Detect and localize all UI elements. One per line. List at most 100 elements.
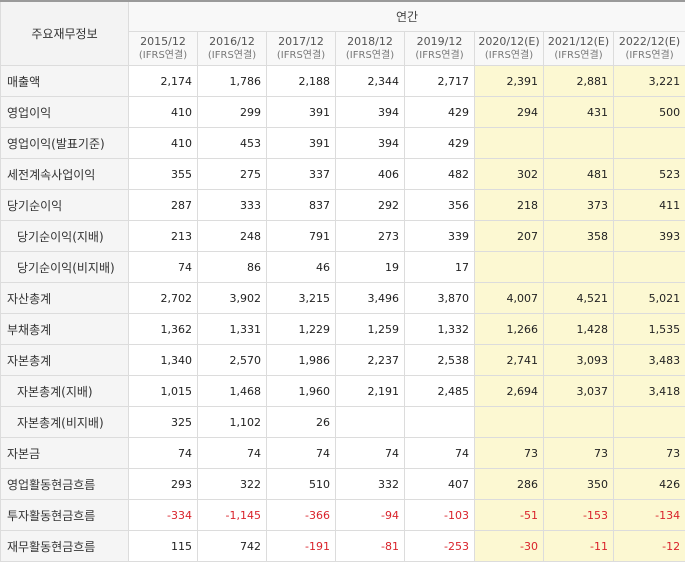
period-header: 2018/12 (IFRS연결) [335,31,405,66]
value-cell: 429 [404,127,475,159]
row-capital-stock: 자본금 74 74 74 74 74 73 73 73 [0,437,685,469]
value-cell: 2,881 [543,65,614,97]
row-revenue: 매출액 2,174 1,786 2,188 2,344 2,717 2,391 2,881 3,… [0,65,685,97]
value-cell: 429 [404,96,475,128]
value-cell [612,406,685,438]
value-cell: 325 [128,406,198,438]
period-year: 2020/12(E) [478,34,540,48]
value-cell: 86 [197,251,267,283]
row-label: 재무활동현금흐름 [0,530,129,562]
value-cell: 1,340 [128,344,198,376]
period-basis: (IFRS연결) [207,49,257,61]
value-cell: 5,021 [612,282,685,314]
value-cell: -30 [474,530,544,562]
value-cell: 1,259 [335,313,405,345]
value-cell: 74 [335,437,405,469]
value-cell: 3,418 [612,375,685,407]
period-header: 2016/12 (IFRS연결) [197,31,267,66]
value-cell: 2,344 [335,65,405,97]
row-label: 세전계속사업이익 [0,158,129,190]
value-cell: 1,428 [543,313,614,345]
value-cell [474,406,544,438]
row-label: 자산총계 [0,282,129,314]
period-year: 2018/12 [347,34,393,48]
value-cell: 73 [612,437,685,469]
value-cell: 2,237 [335,344,405,376]
value-cell [404,406,475,438]
value-cell: 294 [474,96,544,128]
row-operating-income-reported: 영업이익(발표기준) 410 453 391 394 429 [0,127,685,159]
value-cell: 411 [612,189,685,221]
row-label: 투자활동현금흐름 [0,499,129,531]
value-cell [543,251,614,283]
period-header: 2020/12(E) (IFRS연결) [474,31,544,66]
value-cell: 3,483 [612,344,685,376]
value-cell: 453 [197,127,267,159]
value-cell: 337 [266,158,336,190]
value-cell: 391 [266,127,336,159]
value-cell [474,127,544,159]
value-cell: 292 [335,189,405,221]
row-label: 당기순이익(지배) [0,220,129,252]
value-cell: 1,266 [474,313,544,345]
value-cell: 3,902 [197,282,267,314]
row-label: 영업이익(발표기준) [0,127,129,159]
row-investing-cash-flow: 투자활동현금흐름 -334 -1,145 -366 -94 -103 -51 -153 -134 [0,499,685,531]
value-cell: 73 [543,437,614,469]
value-cell: 1,535 [612,313,685,345]
annual-group-header: 연간 [127,0,685,32]
value-cell: 293 [128,468,198,500]
value-cell: 410 [128,96,198,128]
value-cell: 3,037 [543,375,614,407]
value-cell: 1,332 [404,313,475,345]
table-corner-label: 주요재무정보 [0,0,129,66]
value-cell: -1,145 [197,499,267,531]
value-cell: -103 [404,499,475,531]
value-cell: 510 [266,468,336,500]
value-cell: 1,986 [266,344,336,376]
value-cell: 2,694 [474,375,544,407]
value-cell: 356 [404,189,475,221]
row-total-liabilities: 부채총계 1,362 1,331 1,229 1,259 1,332 1,266 1,428 1… [0,313,685,345]
value-cell: 74 [266,437,336,469]
value-cell: 410 [128,127,198,159]
period-header: 2019/12 (IFRS연결) [404,31,475,66]
row-total-equity-controlling: 자본총계(지배) 1,015 1,468 1,960 2,191 2,485 2,694 3,… [0,375,685,407]
value-cell: 406 [335,158,405,190]
value-cell [335,406,405,438]
value-cell: 4,521 [543,282,614,314]
row-operating-income: 영업이익 410 299 391 394 429 294 431 500 [0,96,685,128]
value-cell: 74 [197,437,267,469]
value-cell: 2,538 [404,344,475,376]
value-cell: 74 [404,437,475,469]
value-cell: 4,007 [474,282,544,314]
value-cell: 3,221 [612,65,685,97]
value-cell: 2,741 [474,344,544,376]
row-total-equity: 자본총계 1,340 2,570 1,986 2,237 2,538 2,741 3,093 3… [0,344,685,376]
value-cell: 74 [128,437,198,469]
value-cell: 3,093 [543,344,614,376]
value-cell: 393 [612,220,685,252]
value-cell: -12 [612,530,685,562]
value-cell: 248 [197,220,267,252]
value-cell: 2,391 [474,65,544,97]
value-cell: 523 [612,158,685,190]
row-label: 자본총계(비지배) [0,406,129,438]
value-cell: -334 [128,499,198,531]
value-cell: 3,215 [266,282,336,314]
period-header: 2015/12 (IFRS연결) [128,31,198,66]
row-total-assets: 자산총계 2,702 3,902 3,215 3,496 3,870 4,007 4,521 5… [0,282,685,314]
value-cell: -134 [612,499,685,531]
value-cell: 358 [543,220,614,252]
value-cell: 1,362 [128,313,198,345]
value-cell [474,251,544,283]
row-label: 자본총계(지배) [0,375,129,407]
value-cell: 482 [404,158,475,190]
value-cell: 218 [474,189,544,221]
value-cell [612,251,685,283]
row-label: 자본금 [0,437,129,469]
value-cell: 837 [266,189,336,221]
value-cell: 431 [543,96,614,128]
value-cell: 391 [266,96,336,128]
value-cell: 2,485 [404,375,475,407]
